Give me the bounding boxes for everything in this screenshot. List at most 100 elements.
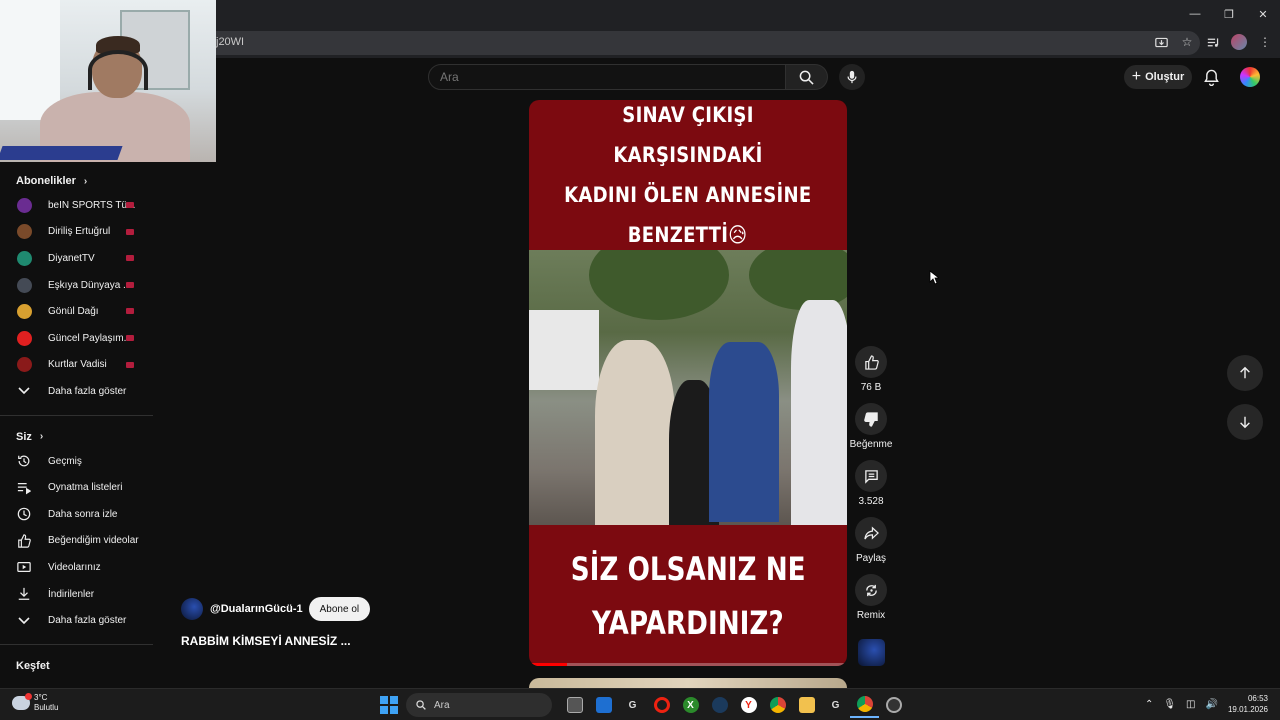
arrow-up-icon <box>1240 366 1250 379</box>
sidebar-item-playlist[interactable]: Oynatma listeleri <box>0 474 155 501</box>
channel-row: @DualarınGücü-1 Abone ol <box>181 597 371 621</box>
steam-icon[interactable] <box>705 692 734 718</box>
channel-name[interactable]: @DualarınGücü-1 <box>210 603 303 615</box>
search-input[interactable] <box>428 64 786 90</box>
sidebar-item-history[interactable]: Geçmiş <box>0 448 155 475</box>
sidebar-item-video[interactable]: Videolarınız <box>0 554 155 581</box>
opera-icon[interactable] <box>647 692 676 718</box>
yandex-icon[interactable]: Y <box>734 692 763 718</box>
g-hub-icon[interactable]: G <box>821 692 850 718</box>
restore-icon[interactable]: ❐ <box>1212 0 1246 28</box>
chevron-down-icon <box>16 383 32 399</box>
headline-line: BENZETTİ😥 <box>628 223 748 247</box>
search-icon <box>799 70 814 85</box>
mail-icon[interactable] <box>589 692 618 718</box>
sidebar-item-clock[interactable]: Daha sonra izle <box>0 501 155 528</box>
subscription-item[interactable]: beIN SPORTS Tü... <box>0 192 155 219</box>
profile-icon[interactable] <box>1230 31 1248 53</box>
subscribe-button[interactable]: Abone ol <box>308 597 371 621</box>
weather-widget[interactable]: 3°C Bulutlu <box>12 693 58 713</box>
channel-avatar[interactable] <box>181 598 203 620</box>
sidebar-divider <box>0 414 153 416</box>
subscription-item[interactable]: Kurtlar Vadisi <box>0 352 155 379</box>
taskbar-search[interactable]: Ara <box>406 693 552 717</box>
subscription-item[interactable]: Diriliş Ertuğrul <box>0 219 155 246</box>
like-button[interactable] <box>855 346 887 378</box>
clock[interactable]: 06:53 19.01.2026 <box>1228 693 1268 715</box>
chevron-right-icon: › <box>39 431 44 443</box>
audio-thumbnail[interactable] <box>858 639 885 666</box>
sidebar-item-label: Geçmiş <box>48 455 82 467</box>
comment-action: 3.528 <box>851 460 891 507</box>
search-icon <box>416 700 426 710</box>
create-button[interactable]: + Oluştur <box>1124 65 1192 89</box>
voice-search-button[interactable] <box>839 64 865 90</box>
arrow-down-icon <box>1240 416 1250 429</box>
you-header[interactable]: Siz › <box>0 426 155 448</box>
subscriptions-header[interactable]: Abonelikler › <box>0 170 155 192</box>
you-show-more[interactable]: Daha fazla göster <box>0 607 155 634</box>
share-button[interactable] <box>855 517 887 549</box>
sidebar-divider <box>0 643 153 645</box>
playlist-icon <box>16 480 32 496</box>
video-icon <box>16 559 32 575</box>
action-bar: 76 B Beğenme 3.528 Paylaş Remix <box>850 346 892 631</box>
question-banner: SİZ OLSANIZ NE YAPARDINIZ? <box>529 525 847 666</box>
like-action: 76 B <box>851 346 891 393</box>
sidebar-item-label: Beğendiğim videolar <box>48 535 139 547</box>
comment-count: 3.528 <box>858 496 884 507</box>
chrome-active-icon[interactable] <box>850 692 879 718</box>
task-view-icon[interactable] <box>560 692 589 718</box>
install-icon[interactable] <box>1152 31 1170 53</box>
subscription-item[interactable]: Güncel Paylaşım... <box>0 325 155 352</box>
subscriptions-show-more[interactable]: Daha fazla göster <box>0 378 155 405</box>
search-button[interactable] <box>786 64 828 90</box>
short-player[interactable]: SINAV ÇIKIŞI KARŞISINDAKİ KADINI ÖLEN AN… <box>529 100 847 666</box>
comments-button[interactable] <box>855 460 887 492</box>
star-icon[interactable]: ☆ <box>1178 31 1196 53</box>
subscription-item[interactable]: Gönül Dağı <box>0 298 155 325</box>
question-line: YAPARDINIZ? <box>592 603 784 642</box>
windows-start-icon[interactable] <box>380 696 398 714</box>
taskbar-search-label: Ara <box>434 699 450 711</box>
thumbs-up-icon <box>864 354 879 370</box>
comment-icon <box>864 469 878 484</box>
network-icon[interactable]: ◫ <box>1186 699 1195 710</box>
live-indicator-icon <box>126 281 134 288</box>
subscription-item[interactable]: DiyanetTV <box>0 245 155 272</box>
file-explorer-icon[interactable] <box>792 692 821 718</box>
system-tray: ⌃ 🎙 ◫ 🔊 06:53 19.01.2026 <box>1145 693 1268 715</box>
url-field[interactable]: j20WI <box>160 31 1200 55</box>
notifications-button[interactable] <box>1202 67 1220 87</box>
cloud-icon <box>12 693 32 710</box>
media-icon[interactable] <box>1204 31 1222 53</box>
minimize-icon[interactable]: — <box>1178 0 1212 28</box>
progress-bar[interactable] <box>529 663 847 666</box>
previous-short-button[interactable] <box>1227 355 1263 391</box>
menu-icon[interactable]: ⋮ <box>1256 31 1274 53</box>
app-icon[interactable] <box>879 692 908 718</box>
volume-icon[interactable]: 🔊 <box>1206 699 1218 710</box>
account-avatar[interactable] <box>1240 67 1260 87</box>
clock-time: 06:53 <box>1247 694 1268 703</box>
microphone-icon <box>847 70 857 84</box>
channel-avatar-icon <box>16 250 32 266</box>
g-hub-icon[interactable]: G <box>618 692 647 718</box>
clock-icon <box>16 506 32 522</box>
sidebar-item-thumbs-up[interactable]: Beğendiğim videolar <box>0 528 155 555</box>
subscription-label: Güncel Paylaşım... <box>48 332 132 344</box>
share-action: Paylaş <box>851 517 891 564</box>
live-indicator-icon <box>126 334 134 341</box>
chevron-up-icon[interactable]: ⌃ <box>1145 699 1153 710</box>
chrome-icon[interactable] <box>763 692 792 718</box>
xbox-icon[interactable]: X <box>676 692 705 718</box>
microphone-icon[interactable]: 🎙 <box>1163 699 1176 710</box>
sidebar-item-download[interactable]: İndirilenler <box>0 581 155 608</box>
dislike-button[interactable] <box>855 403 887 435</box>
remix-button[interactable] <box>855 574 887 606</box>
video-title[interactable]: RABBİM KİMSEYİ ANNESİZ ... <box>181 634 351 648</box>
next-short-button[interactable] <box>1227 404 1263 440</box>
subscription-item[interactable]: Eşkıya Dünyaya ... <box>0 272 155 299</box>
taskbar-apps: Ara G X Y G <box>380 692 908 718</box>
close-icon[interactable]: ✕ <box>1246 0 1280 28</box>
